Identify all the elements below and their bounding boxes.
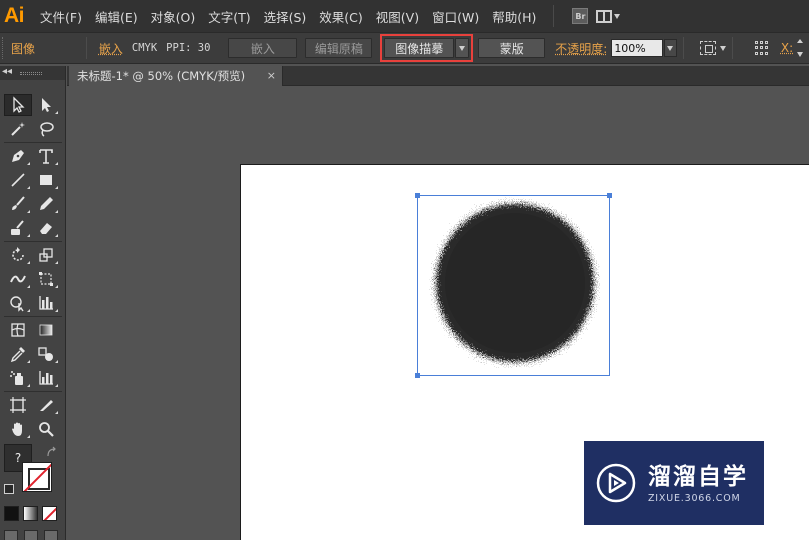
menu-bar: Ai 文件(F) 编辑(E) 对象(O) 文字(T) 选择(S) 效果(C) 视… xyxy=(0,0,809,32)
panel-grip-icon[interactable] xyxy=(20,72,42,75)
blend-tool-icon[interactable] xyxy=(32,343,60,365)
menu-divider xyxy=(553,5,555,27)
zoom-tool-icon[interactable] xyxy=(32,418,60,440)
image-trace-dropdown[interactable] xyxy=(455,38,470,58)
pencil-tool-icon[interactable] xyxy=(32,193,60,215)
edit-original-button[interactable]: 编辑原稿 xyxy=(305,38,373,58)
watermark-title: 溜溜自学 xyxy=(648,463,748,490)
watermark-logo xyxy=(596,463,636,503)
tools-divider xyxy=(4,391,62,392)
draw-inside-icon[interactable] xyxy=(44,530,58,540)
document-tab-title: 未标题-1* @ 50% (CMYK/预览) xyxy=(77,69,246,83)
mask-button[interactable]: 蒙版 xyxy=(478,38,546,58)
menu-file[interactable]: 文件(F) xyxy=(40,7,82,26)
opacity-input[interactable]: 100% xyxy=(611,39,663,57)
ppi-label: PPI: 30 xyxy=(166,42,211,54)
recolor-artwork-icon[interactable] xyxy=(700,41,717,55)
direct-selection-tool-icon[interactable] xyxy=(32,94,60,116)
pen-tool-icon[interactable] xyxy=(4,145,32,167)
color-mode-buttons xyxy=(4,506,62,522)
default-colors-icon[interactable] xyxy=(4,484,14,494)
menu-type[interactable]: 文字(T) xyxy=(208,7,250,26)
eyedropper-tool-icon[interactable] xyxy=(4,343,32,365)
menu-view[interactable]: 视图(V) xyxy=(376,7,419,26)
lasso-tool-icon[interactable] xyxy=(32,118,60,140)
close-icon[interactable]: × xyxy=(267,69,276,82)
draw-normal-icon[interactable] xyxy=(4,530,18,540)
control-divider xyxy=(85,37,87,59)
chevron-down-icon xyxy=(459,45,466,51)
type-tool-icon[interactable] xyxy=(32,145,60,167)
tools-divider xyxy=(4,241,62,242)
fill-stroke-swatches: ? xyxy=(2,444,64,494)
image-trace-highlight: 图像描摹 xyxy=(380,34,474,62)
image-trace-button[interactable]: 图像描摹 xyxy=(384,38,455,58)
line-segment-tool-icon[interactable] xyxy=(4,169,32,191)
bridge-icon[interactable]: Br xyxy=(572,8,589,24)
gradient-tool-icon[interactable] xyxy=(32,319,60,341)
align-icon[interactable] xyxy=(755,41,769,55)
eraser-tool-icon[interactable] xyxy=(32,217,60,239)
control-divider xyxy=(683,37,685,59)
color-mode-button[interactable] xyxy=(4,506,19,521)
column-graph-tool-icon[interactable] xyxy=(32,292,60,314)
app-logo: Ai xyxy=(4,4,25,27)
control-bar-grip[interactable] xyxy=(2,37,5,59)
gradient-mode-button[interactable] xyxy=(23,506,38,521)
tools-divider xyxy=(4,316,62,317)
stroke-swatch[interactable] xyxy=(22,462,52,492)
rotate-tool-icon[interactable] xyxy=(4,244,32,266)
menu-help[interactable]: 帮助(H) xyxy=(492,7,536,26)
menu-select[interactable]: 选择(S) xyxy=(264,7,307,26)
menu-window[interactable]: 窗口(W) xyxy=(432,7,479,26)
color-mode-label: CMYK xyxy=(131,42,158,54)
chevron-down-icon[interactable] xyxy=(720,45,727,51)
bar-graph-tool-icon[interactable] xyxy=(32,367,60,389)
selection-tool-icon[interactable] xyxy=(4,94,32,116)
watermark-url: ZIXUE.3066.COM xyxy=(648,492,741,504)
arrange-documents-icon[interactable] xyxy=(596,9,626,23)
resize-handle[interactable] xyxy=(415,373,420,378)
embed-button[interactable]: 嵌入 xyxy=(228,38,298,58)
magic-wand-tool-icon[interactable] xyxy=(4,118,32,140)
menu-edit[interactable]: 编辑(E) xyxy=(95,7,138,26)
draw-behind-icon[interactable] xyxy=(24,530,38,540)
free-transform-tool-icon[interactable] xyxy=(32,268,60,290)
control-divider xyxy=(732,37,734,59)
tools-divider xyxy=(4,142,62,143)
slice-tool-icon[interactable] xyxy=(32,394,60,416)
control-bar: 图像 嵌入 CMYK PPI: 30 嵌入 编辑原稿 图像描摹 蒙版 不透明度:… xyxy=(0,32,809,64)
document-tab[interactable]: 未标题-1* @ 50% (CMYK/预览) × xyxy=(69,66,283,86)
symbol-sprayer-tool-icon[interactable] xyxy=(4,367,32,389)
menu-effect[interactable]: 效果(C) xyxy=(319,7,362,26)
menu-object[interactable]: 对象(O) xyxy=(151,7,196,26)
object-type-label: 图像 xyxy=(10,41,35,56)
mesh-tool-icon[interactable] xyxy=(4,319,32,341)
draw-mode-buttons xyxy=(4,530,62,540)
resize-handle[interactable] xyxy=(607,193,612,198)
chevron-down-icon xyxy=(667,45,674,51)
embed-status-link[interactable]: 嵌入 xyxy=(99,40,123,57)
shape-builder-tool-icon[interactable] xyxy=(4,292,32,314)
tools-panel: ◂◂ ? xyxy=(0,66,66,540)
x-position-label[interactable]: X: xyxy=(781,41,793,55)
scale-tool-icon[interactable] xyxy=(32,244,60,266)
document-tab-bar: 未标题-1* @ 50% (CMYK/预览) × xyxy=(67,66,809,86)
rectangle-tool-icon[interactable] xyxy=(32,169,60,191)
x-position-stepper[interactable] xyxy=(797,39,809,57)
paintbrush-tool-icon[interactable] xyxy=(4,193,32,215)
blob-brush-tool-icon[interactable] xyxy=(4,217,32,239)
watermark: 溜溜自学 ZIXUE.3066.COM xyxy=(584,441,764,525)
width-tool-icon[interactable] xyxy=(4,268,32,290)
opacity-label[interactable]: 不透明度: xyxy=(555,40,607,57)
tools-panel-header[interactable]: ◂◂ xyxy=(0,66,65,80)
swap-fill-stroke-icon[interactable] xyxy=(46,446,58,458)
hand-tool-icon[interactable] xyxy=(4,418,32,440)
selection-bounding-box xyxy=(415,193,612,378)
collapse-panel-icon[interactable]: ◂◂ xyxy=(2,66,12,77)
opacity-dropdown[interactable] xyxy=(663,39,678,57)
artboard-tool-icon[interactable] xyxy=(4,394,32,416)
resize-handle[interactable] xyxy=(415,193,420,198)
none-mode-button[interactable] xyxy=(42,506,57,521)
